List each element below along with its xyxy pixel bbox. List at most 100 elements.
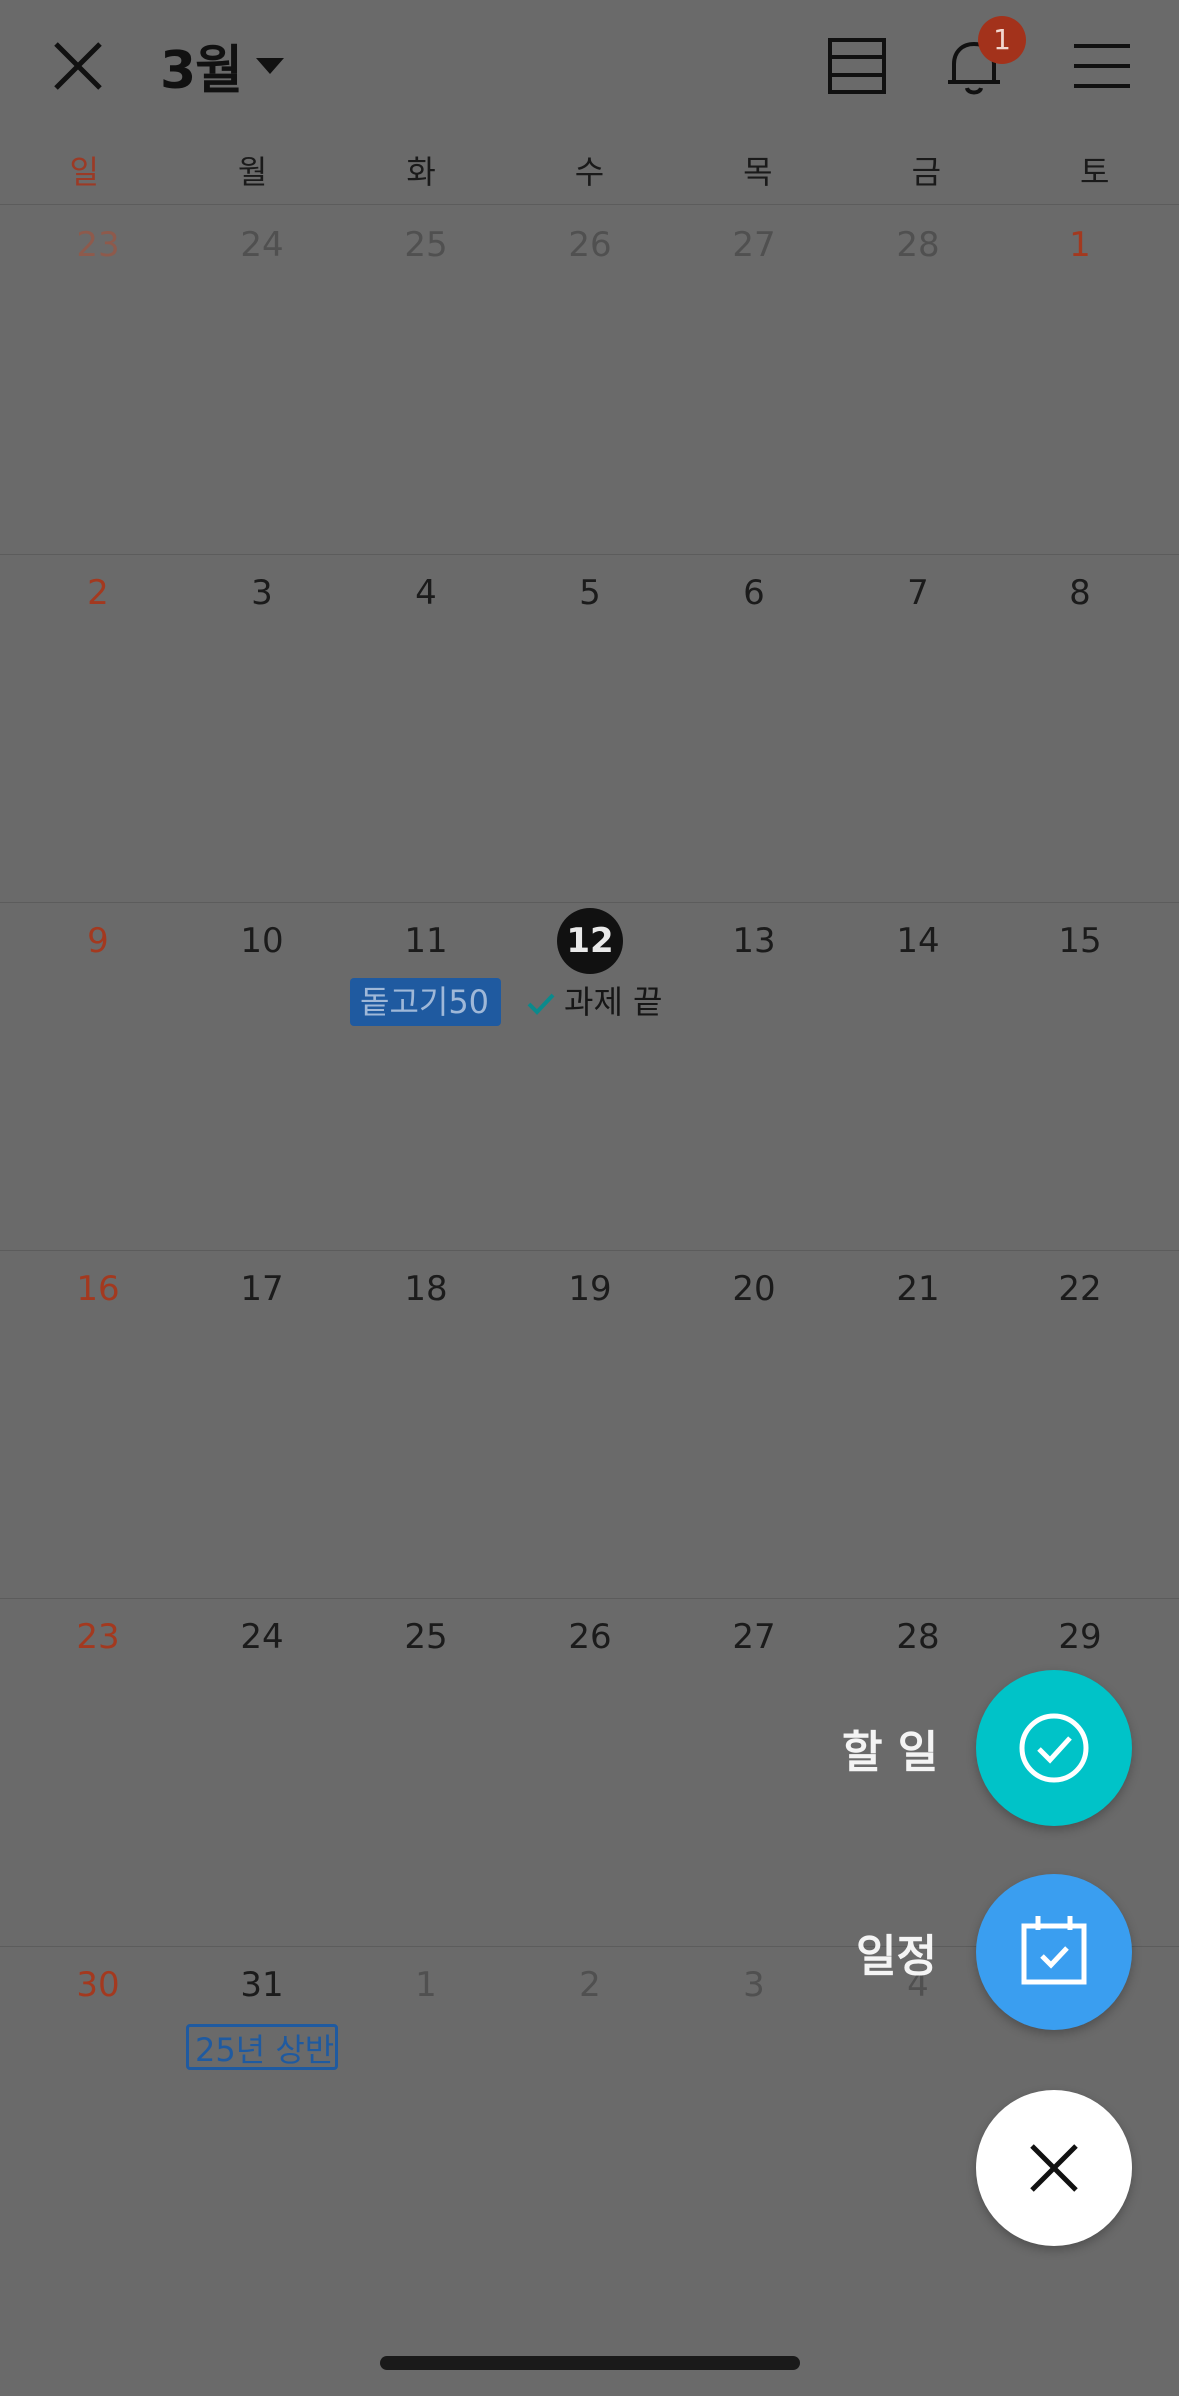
weekday-tue: 화 xyxy=(406,153,436,191)
day-number: 23 xyxy=(76,1617,120,1657)
day-number: 3 xyxy=(251,573,273,613)
close-fab-button[interactable] xyxy=(976,2090,1132,2246)
day-cell[interactable]: 27 xyxy=(672,1602,836,1672)
day-number: 11 xyxy=(404,921,448,961)
fab-schedule-label[interactable]: 일정 xyxy=(856,1920,937,1984)
day-number: 1 xyxy=(415,1965,437,2005)
day-number: 22 xyxy=(1058,1269,1102,1309)
week-row: 23 24 25 26 27 28 1 xyxy=(0,210,1179,558)
day-number: 13 xyxy=(732,921,776,961)
day-cell[interactable]: 19 xyxy=(508,1254,672,1324)
day-number: 14 xyxy=(896,921,940,961)
day-cell[interactable]: 26 xyxy=(508,210,672,280)
day-cell[interactable]: 22 xyxy=(998,1254,1162,1324)
day-number: 27 xyxy=(732,1617,776,1657)
day-number: 2 xyxy=(87,573,109,613)
notification-badge: 1 xyxy=(978,16,1026,64)
day-cell[interactable]: 3 xyxy=(180,558,344,628)
day-number: 17 xyxy=(240,1269,284,1309)
event-chip-outline[interactable]: 25년 상반 xyxy=(186,2024,338,2070)
day-cell[interactable]: 30 xyxy=(16,1950,180,2020)
chevron-down-icon[interactable] xyxy=(256,58,284,74)
day-number: 15 xyxy=(1058,921,1102,961)
day-number: 6 xyxy=(743,573,765,613)
day-cell[interactable]: 11 xyxy=(344,906,508,976)
day-number: 25 xyxy=(404,225,448,265)
fab-todo-label[interactable]: 할 일 xyxy=(842,1716,938,1780)
day-number: 31 xyxy=(240,1965,284,2005)
close-icon xyxy=(1030,2144,1078,2192)
add-schedule-button[interactable] xyxy=(976,1874,1132,2030)
day-cell[interactable]: 26 xyxy=(508,1602,672,1672)
day-cell[interactable]: 28 xyxy=(836,1602,1000,1672)
day-number: 26 xyxy=(568,1617,612,1657)
day-number: 26 xyxy=(568,225,612,265)
day-cell[interactable]: 25 xyxy=(344,210,508,280)
divider xyxy=(0,1598,1179,1599)
day-cell[interactable]: 6 xyxy=(672,558,836,628)
day-cell[interactable]: 29 xyxy=(998,1602,1162,1672)
month-selector[interactable]: 3월 xyxy=(160,28,243,103)
menu-icon[interactable] xyxy=(1068,32,1136,100)
check-circle-icon xyxy=(1019,1713,1089,1783)
day-cell[interactable]: 2 xyxy=(508,1950,672,2020)
divider xyxy=(0,554,1179,555)
day-number: 27 xyxy=(732,225,776,265)
check-icon xyxy=(527,993,555,1015)
close-icon[interactable] xyxy=(46,34,110,98)
divider xyxy=(0,204,1179,205)
day-number: 5 xyxy=(579,573,601,613)
add-todo-button[interactable] xyxy=(976,1670,1132,1826)
day-cell[interactable]: 23 xyxy=(16,1602,180,1672)
day-number: 21 xyxy=(896,1269,940,1309)
day-cell[interactable]: 2 xyxy=(16,558,180,628)
day-cell[interactable]: 27 xyxy=(672,210,836,280)
day-cell[interactable]: 13 xyxy=(672,906,836,976)
weekday-sat: 토 xyxy=(1080,153,1110,191)
day-number: 3 xyxy=(743,1965,765,2005)
day-number: 29 xyxy=(1058,1617,1102,1657)
todo-item[interactable]: 과제 끝 xyxy=(524,976,663,1028)
weekday-wed: 수 xyxy=(574,153,605,191)
list-view-icon[interactable] xyxy=(824,32,892,100)
day-cell[interactable]: 1 xyxy=(998,210,1162,280)
day-cell[interactable]: 31 xyxy=(180,1950,344,2020)
day-cell[interactable]: 25 xyxy=(344,1602,508,1672)
home-indicator xyxy=(380,2356,800,2370)
divider xyxy=(0,902,1179,903)
weekday-thu: 목 xyxy=(743,153,773,191)
day-cell[interactable]: 12 xyxy=(508,906,672,976)
day-cell[interactable]: 24 xyxy=(180,210,344,280)
day-cell[interactable]: 3 xyxy=(672,1950,836,2020)
day-cell[interactable]: 21 xyxy=(836,1254,1000,1324)
day-cell[interactable]: 14 xyxy=(836,906,1000,976)
day-cell[interactable]: 23 xyxy=(16,210,180,280)
day-cell[interactable]: 17 xyxy=(180,1254,344,1324)
day-cell[interactable]: 9 xyxy=(16,906,180,976)
day-cell[interactable]: 7 xyxy=(836,558,1000,628)
day-number: 2 xyxy=(579,1965,601,2005)
weekday-row: 일 월 화 수 목 금 토 xyxy=(0,140,1179,204)
weekday-mon: 월 xyxy=(237,153,268,191)
day-cell[interactable]: 28 xyxy=(836,210,1000,280)
week-row: 2 3 4 5 6 7 8 xyxy=(0,558,1179,906)
day-cell[interactable]: 8 xyxy=(998,558,1162,628)
day-number: 30 xyxy=(76,1965,120,2005)
day-cell[interactable]: 15 xyxy=(998,906,1162,976)
day-number: 7 xyxy=(907,573,929,613)
day-cell[interactable]: 5 xyxy=(508,558,672,628)
event-chip[interactable]: 돝고기50 xyxy=(350,978,501,1026)
day-cell[interactable]: 16 xyxy=(16,1254,180,1324)
day-cell[interactable]: 24 xyxy=(180,1602,344,1672)
day-number: 20 xyxy=(732,1269,776,1309)
day-number: 23 xyxy=(76,225,120,265)
day-cell[interactable]: 10 xyxy=(180,906,344,976)
day-number: 8 xyxy=(1069,573,1091,613)
day-cell[interactable]: 18 xyxy=(344,1254,508,1324)
day-number: 18 xyxy=(404,1269,448,1309)
day-cell[interactable]: 20 xyxy=(672,1254,836,1324)
day-number: 25 xyxy=(404,1617,448,1657)
day-cell[interactable]: 4 xyxy=(344,558,508,628)
day-number: 28 xyxy=(896,225,940,265)
day-cell[interactable]: 1 xyxy=(344,1950,508,2020)
